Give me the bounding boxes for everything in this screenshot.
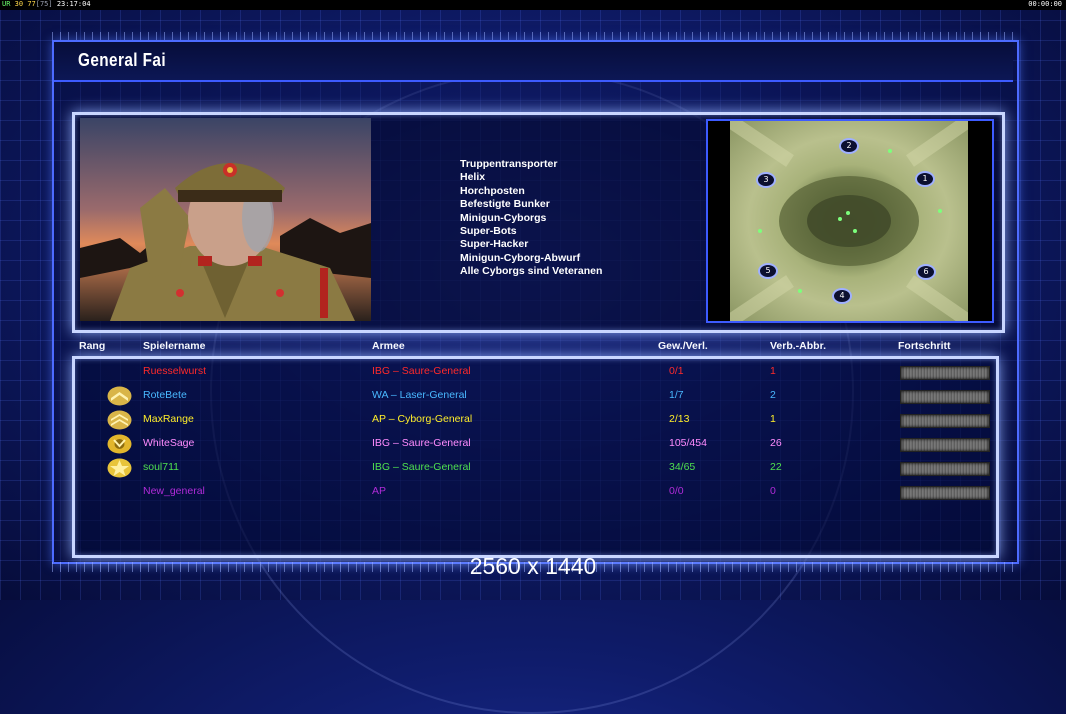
- table-row[interactable]: MaxRange AP – Cyborg-General 2/13 1: [0, 410, 1066, 430]
- title-bar: General Fai: [54, 42, 1013, 82]
- fps-label: UR: [2, 0, 11, 8]
- player-army: AP – Cyborg-General: [372, 413, 473, 425]
- unit-item: Alle Cyborgs sind Veteranen: [460, 265, 603, 278]
- top-ruler: [52, 32, 1015, 40]
- progress-bar: [900, 438, 990, 452]
- clock-time: 23:17:04: [56, 0, 91, 8]
- header-player: Spielername: [143, 340, 206, 352]
- player-name: soul711: [143, 461, 180, 473]
- player-disconnects: 0: [770, 485, 776, 497]
- player-disconnects: 1: [770, 365, 776, 377]
- header-rank: Rang: [79, 340, 106, 352]
- player-army: IBG – Saure-General: [372, 461, 471, 473]
- player-army: IBG – Saure-General: [372, 365, 471, 377]
- progress-bar: [900, 366, 990, 380]
- unit-item: Super-Hacker: [460, 238, 529, 251]
- fps-value-3: [75]: [35, 0, 53, 8]
- unit-item: Horchposten: [460, 184, 525, 197]
- table-row[interactable]: RoteBete WA – Laser-General 1/7 2: [0, 386, 1066, 406]
- unit-item: Super-Bots: [460, 225, 517, 238]
- spawn-slot-1[interactable]: 1: [915, 171, 935, 187]
- unit-list: Truppentransporter Helix Horchposten Bef…: [460, 158, 602, 279]
- header-army: Armee: [372, 340, 405, 352]
- player-winloss: 0/1: [669, 365, 684, 377]
- table-row[interactable]: New_general AP 0/0 0: [0, 482, 1066, 502]
- progress-bar: [900, 462, 990, 476]
- unit-item: Helix: [460, 171, 486, 184]
- player-name: WhiteSage: [143, 437, 195, 449]
- game-timer: 00:00:00: [1028, 0, 1062, 8]
- player-winloss: 34/65: [669, 461, 696, 473]
- player-disconnects: 22: [770, 461, 782, 473]
- player-name: RoteBete: [143, 389, 187, 401]
- general-title: General Fai: [78, 50, 167, 70]
- header-disconnect: Verb.-Abbr.: [770, 340, 827, 352]
- progress-bar: [900, 390, 990, 404]
- table-row[interactable]: soul711 IBG – Saure-General 34/65 22: [0, 458, 1066, 478]
- player-disconnects: 2: [770, 389, 776, 401]
- player-winloss: 0/0: [669, 485, 684, 497]
- fps-value-2: 77: [27, 0, 36, 8]
- table-row[interactable]: Ruesselwurst IBG – Saure-General 0/1 1: [0, 362, 1066, 382]
- general-portrait: [80, 118, 371, 321]
- player-winloss: 2/13: [669, 413, 690, 425]
- resolution-label: 2560 x 1440: [469, 553, 597, 579]
- player-disconnects: 1: [770, 413, 776, 425]
- map-preview[interactable]: 1 2 3 4 5 6: [706, 119, 994, 323]
- player-winloss: 1/7: [669, 389, 684, 401]
- unit-item: Truppentransporter: [460, 158, 558, 170]
- table-row[interactable]: WhiteSage IBG – Saure-General 105/454 26: [0, 434, 1066, 454]
- player-army: IBG – Saure-General: [372, 437, 471, 449]
- player-name: New_general: [143, 485, 205, 497]
- spawn-slot-3[interactable]: 3: [756, 172, 776, 188]
- debug-topbar: UR 30 77[75] 23:17:04 00:00:00: [0, 0, 1066, 10]
- unit-item: Minigun-Cyborg-Abwurf: [460, 251, 581, 264]
- header-winloss: Gew./Verl.: [658, 340, 708, 352]
- unit-item: Minigun-Cyborgs: [460, 211, 547, 224]
- spawn-slot-5[interactable]: 5: [758, 263, 778, 279]
- progress-bar: [900, 414, 990, 428]
- rank-chevron-2-icon: [107, 410, 132, 430]
- map-terrain: 1 2 3 4 5 6: [730, 121, 968, 321]
- rank-emblem-2-icon: [107, 458, 132, 478]
- rank-emblem-1-icon: [107, 434, 132, 454]
- fps-value: 30: [14, 0, 24, 8]
- fps-readout: UR 30 77[75] 23:17:04: [2, 0, 91, 9]
- header-progress: Fortschritt: [898, 340, 951, 352]
- player-army: WA – Laser-General: [372, 389, 467, 401]
- player-name: MaxRange: [143, 413, 194, 425]
- table-header: Rang Spielername Armee Gew./Verl. Verb.-…: [0, 340, 1066, 354]
- player-army: AP: [372, 485, 387, 497]
- rank-chevron-1-icon: [107, 386, 132, 406]
- unit-item: Befestigte Bunker: [460, 198, 550, 211]
- spawn-slot-6[interactable]: 6: [916, 264, 936, 280]
- spawn-slot-4[interactable]: 4: [832, 288, 852, 304]
- player-name: Ruesselwurst: [143, 365, 207, 377]
- player-winloss: 105/454: [669, 437, 707, 449]
- spawn-slot-2[interactable]: 2: [839, 138, 859, 154]
- player-disconnects: 26: [770, 437, 782, 449]
- progress-bar: [900, 486, 990, 500]
